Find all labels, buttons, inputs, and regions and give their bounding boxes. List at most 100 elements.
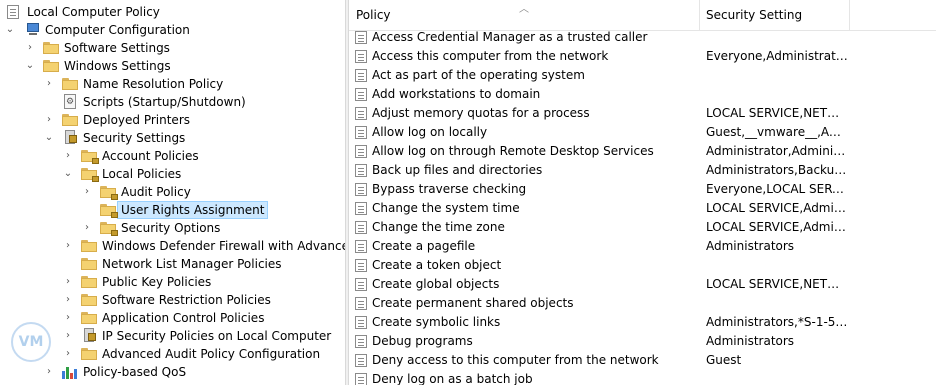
- policy-name: Add workstations to domain: [372, 87, 541, 101]
- script-icon: [64, 94, 76, 109]
- folder-icon: [81, 258, 97, 270]
- column-header-policy[interactable]: Policy: [356, 8, 391, 22]
- sort-ascending-icon: ︿: [519, 4, 529, 15]
- chevron-down-icon[interactable]: ⌄: [62, 165, 74, 183]
- folder-lock-icon: [100, 204, 118, 218]
- tree-item-policy-based-qos[interactable]: › Policy-based QoS: [0, 363, 345, 381]
- policy-name: Allow log on locally: [372, 125, 488, 139]
- tree-item-application-control[interactable]: › Application Control Policies: [0, 309, 345, 327]
- policy-setting: Everyone,LOCAL SERVIC...: [706, 182, 848, 196]
- tree-item-security-options[interactable]: › Security Options: [0, 219, 345, 237]
- policy-setting: Administrators,Backup ...: [706, 163, 848, 177]
- policy-row[interactable]: Create permanent shared objects: [349, 294, 936, 313]
- folder-lock-icon: [100, 186, 118, 200]
- policy-setting: LOCAL SERVICE,NETWO...: [706, 106, 848, 120]
- policy-setting: Administrators: [706, 334, 795, 348]
- policy-row[interactable]: Access this computer from the network Ev…: [349, 47, 936, 66]
- policy-icon: [355, 221, 367, 234]
- tree-label: Network List Manager Policies: [102, 257, 282, 271]
- policy-name: Deny log on as a batch job: [372, 372, 533, 385]
- policy-list: Policy ︿ Security Setting Access Credent…: [349, 0, 936, 385]
- column-divider[interactable]: [699, 0, 700, 30]
- chevron-down-icon[interactable]: ⌄: [43, 129, 55, 147]
- policy-icon: [355, 145, 367, 158]
- tree-item-windows-settings[interactable]: ⌄ Windows Settings: [0, 57, 345, 75]
- tree-label: Local Computer Policy: [27, 5, 160, 19]
- policy-setting: LOCAL SERVICE,Admini...: [706, 201, 848, 215]
- computer-icon: [24, 23, 40, 36]
- tree-item-account-policies[interactable]: › Account Policies: [0, 147, 345, 165]
- tree-item-software-settings[interactable]: › Software Settings: [0, 39, 345, 57]
- tree-label: Advanced Audit Policy Configuration: [102, 347, 321, 361]
- chevron-right-icon[interactable]: ›: [43, 75, 55, 93]
- tree-item-computer-configuration[interactable]: ⌄ Computer Configuration: [0, 21, 345, 39]
- column-header-security-setting[interactable]: Security Setting: [706, 8, 802, 22]
- policy-row[interactable]: Change the time zone LOCAL SERVICE,Admin…: [349, 218, 936, 237]
- tree-label: Security Options: [121, 221, 221, 235]
- policy-setting: LOCAL SERVICE,NETWO...: [706, 277, 848, 291]
- chevron-right-icon[interactable]: ›: [43, 111, 55, 129]
- chevron-right-icon[interactable]: ›: [81, 183, 93, 201]
- tree-item-scripts[interactable]: Scripts (Startup/Shutdown): [0, 93, 345, 111]
- chevron-right-icon[interactable]: ›: [62, 273, 74, 291]
- tree-item-windows-defender-firewall[interactable]: › Windows Defender Firewall with Advance…: [0, 237, 345, 255]
- chevron-right-icon[interactable]: ›: [62, 237, 74, 255]
- tree-item-name-resolution-policy[interactable]: › Name Resolution Policy: [0, 75, 345, 93]
- policy-setting: Administrators: [706, 239, 795, 253]
- policy-name: Debug programs: [372, 334, 473, 348]
- policy-row[interactable]: Adjust memory quotas for a process LOCAL…: [349, 104, 936, 123]
- tree-item-local-computer-policy[interactable]: Local Computer Policy: [0, 3, 345, 21]
- policy-row[interactable]: Create a token object: [349, 256, 936, 275]
- policy-icon: [355, 297, 367, 310]
- tree-item-local-policies[interactable]: ⌄ Local Policies: [0, 165, 345, 183]
- tree-label: Name Resolution Policy: [83, 77, 224, 91]
- chevron-right-icon[interactable]: ›: [62, 309, 74, 327]
- console-tree: Local Computer Policy ⌄ Computer Configu…: [0, 0, 345, 385]
- policy-row[interactable]: Create symbolic links Administrators,*S-…: [349, 313, 936, 332]
- policy-row[interactable]: Allow log on through Remote Desktop Serv…: [349, 142, 936, 161]
- policy-icon: [355, 50, 367, 63]
- policy-setting: Administrator,Administr...: [706, 144, 848, 158]
- tree-item-ip-security[interactable]: › IP Security Policies on Local Computer: [0, 327, 345, 345]
- policy-row[interactable]: Debug programs Administrators: [349, 332, 936, 351]
- policy-row[interactable]: Allow log on locally Guest,__vmware__,Ad…: [349, 123, 936, 142]
- tree-label: Security Settings: [83, 131, 186, 145]
- policy-row[interactable]: Create global objects LOCAL SERVICE,NETW…: [349, 275, 936, 294]
- tree-item-audit-policy[interactable]: › Audit Policy: [0, 183, 345, 201]
- chevron-down-icon[interactable]: ⌄: [24, 57, 36, 75]
- policy-row[interactable]: Act as part of the operating system: [349, 66, 936, 85]
- policy-icon: [355, 354, 367, 367]
- chevron-right-icon[interactable]: ›: [81, 219, 93, 237]
- policy-name: Create global objects: [372, 277, 500, 291]
- folder-icon: [43, 60, 59, 72]
- tree-item-advanced-audit[interactable]: › Advanced Audit Policy Configuration: [0, 345, 345, 363]
- policy-name: Create symbolic links: [372, 315, 501, 329]
- policy-icon: [355, 183, 367, 196]
- chevron-right-icon[interactable]: ›: [62, 327, 74, 345]
- tree-label: Scripts (Startup/Shutdown): [83, 95, 246, 109]
- tree-item-deployed-printers[interactable]: › Deployed Printers: [0, 111, 345, 129]
- policy-row[interactable]: Deny log on as a batch job: [349, 370, 936, 385]
- policy-row[interactable]: Add workstations to domain: [349, 85, 936, 104]
- chevron-right-icon[interactable]: ›: [62, 147, 74, 165]
- column-divider[interactable]: [849, 0, 850, 30]
- policy-row[interactable]: Back up files and directories Administra…: [349, 161, 936, 180]
- policy-row[interactable]: Deny access to this computer from the ne…: [349, 351, 936, 370]
- tree-label: Application Control Policies: [102, 311, 265, 325]
- policy-name: Create a token object: [372, 258, 502, 272]
- tree-item-network-list-manager[interactable]: Network List Manager Policies: [0, 255, 345, 273]
- policy-row[interactable]: Change the system time LOCAL SERVICE,Adm…: [349, 199, 936, 218]
- policy-icon: [355, 88, 367, 101]
- chevron-right-icon[interactable]: ›: [43, 363, 55, 381]
- tree-item-public-key-policies[interactable]: › Public Key Policies: [0, 273, 345, 291]
- tree-item-security-settings[interactable]: ⌄ Security Settings: [0, 129, 345, 147]
- policy-row[interactable]: Create a pagefile Administrators: [349, 237, 936, 256]
- chevron-right-icon[interactable]: ›: [24, 39, 36, 57]
- tree-item-software-restriction[interactable]: › Software Restriction Policies: [0, 291, 345, 309]
- tree-item-user-rights-assignment[interactable]: User Rights Assignment: [0, 201, 345, 219]
- chevron-right-icon[interactable]: ›: [62, 345, 74, 363]
- chevron-down-icon[interactable]: ⌄: [4, 21, 16, 39]
- chevron-right-icon[interactable]: ›: [62, 291, 74, 309]
- policy-row[interactable]: Bypass traverse checking Everyone,LOCAL …: [349, 180, 936, 199]
- policy-row[interactable]: Access Credential Manager as a trusted c…: [349, 28, 936, 47]
